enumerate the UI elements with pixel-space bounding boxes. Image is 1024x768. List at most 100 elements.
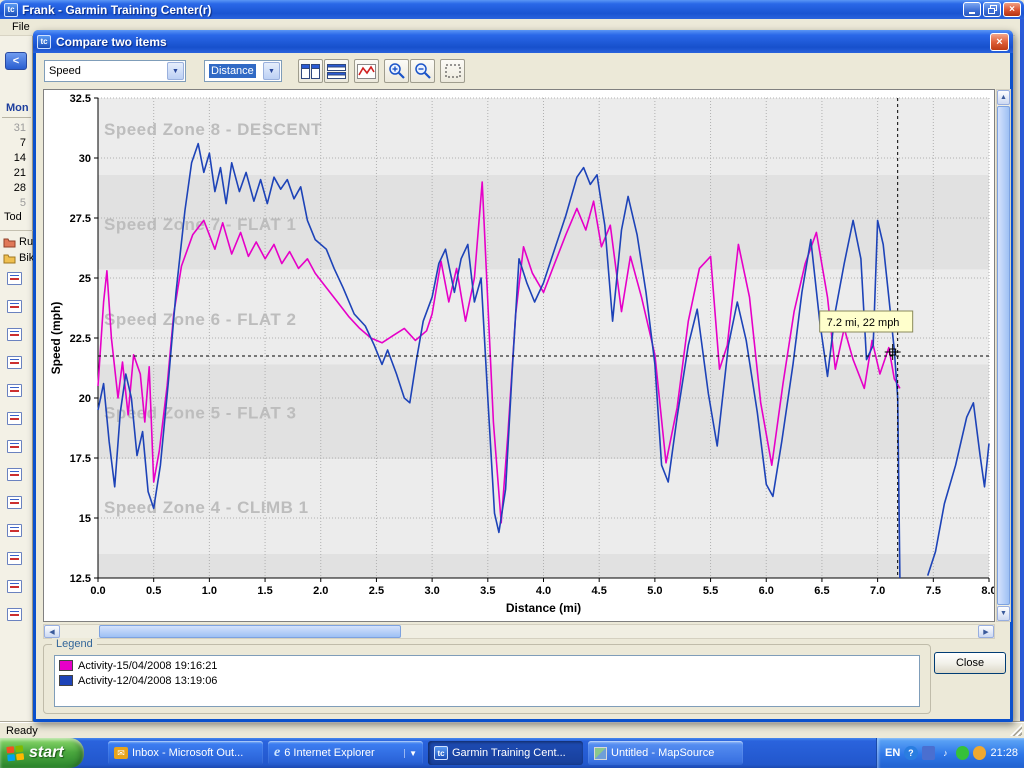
calendar-prev-button[interactable]: < — [5, 52, 27, 70]
y-tick-label: 17.5 — [70, 453, 91, 465]
calendar-date[interactable]: 28 — [2, 182, 26, 194]
tile-vertical-button[interactable] — [298, 59, 323, 83]
xaxis-dropdown-value: Distance — [209, 64, 256, 78]
activity-item-icon[interactable] — [7, 440, 22, 453]
group-chevron-icon[interactable]: ▼ — [404, 749, 417, 758]
x-tick-label: 8.0 — [981, 585, 994, 597]
metric-dropdown[interactable]: Speed ▼ — [44, 60, 186, 82]
status-text: Ready — [6, 725, 38, 737]
scroll-left-icon[interactable]: ◀ — [44, 625, 60, 638]
close-icon: × — [1009, 4, 1015, 15]
zoom-selection-icon — [445, 64, 461, 78]
volume-icon[interactable]: ♪ — [939, 746, 952, 760]
vscrollbar-thumb[interactable] — [997, 106, 1010, 605]
activity-item-icon[interactable] — [7, 356, 22, 369]
chart-panel: Speed Zone 8 - DESCENTSpeed Zone 7 - FLA… — [43, 89, 995, 622]
folder-icon — [3, 237, 16, 248]
close-button[interactable]: Close — [934, 652, 1006, 674]
close-window-button[interactable]: × — [1003, 2, 1021, 17]
line-chart-button[interactable] — [354, 59, 379, 83]
calendar-date[interactable]: 14 — [2, 152, 26, 164]
activity-item-icon[interactable] — [7, 412, 22, 425]
calendar-date[interactable]: 21 — [2, 167, 26, 179]
help-icon[interactable]: ? — [904, 746, 917, 760]
taskbar-item-label: 6 Internet Explorer — [284, 747, 400, 759]
close-icon: × — [996, 36, 1002, 48]
y-tick-label: 15 — [79, 513, 91, 525]
taskbar-item-garmin[interactable]: tc Garmin Training Cent... — [428, 741, 583, 765]
chart-tooltip-text: 7.2 mi, 22 mph — [827, 317, 900, 329]
activity-item-icon[interactable] — [7, 384, 22, 397]
y-tick-label: 25 — [79, 273, 91, 285]
display-icon[interactable] — [922, 746, 935, 760]
dialog-close-button[interactable]: × — [990, 33, 1009, 51]
hscrollbar-thumb[interactable] — [99, 625, 401, 638]
folder-label: Ru — [18, 236, 33, 248]
taskbar: start ✉ Inbox - Microsoft Out... e 6 Int… — [0, 738, 1024, 768]
metric-dropdown-value: Speed — [49, 65, 81, 77]
x-tick-label: 4.5 — [592, 585, 607, 597]
scroll-up-icon[interactable]: ▲ — [997, 90, 1010, 105]
activity-item-icon[interactable] — [7, 328, 22, 341]
language-indicator[interactable]: EN — [885, 747, 900, 759]
app-icon: tc — [4, 3, 18, 17]
x-tick-label: 4.0 — [536, 585, 551, 597]
activity-item-icon[interactable] — [7, 608, 22, 621]
calendar-day-header: Mon — [6, 102, 29, 114]
taskbar-item-outlook[interactable]: ✉ Inbox - Microsoft Out... — [108, 741, 263, 765]
calendar-date[interactable]: 5 — [2, 197, 26, 209]
restore-button[interactable] — [983, 2, 1001, 17]
tc-icon: tc — [434, 746, 448, 760]
scroll-down-icon[interactable]: ▼ — [997, 606, 1010, 621]
resize-grip[interactable] — [1010, 724, 1022, 736]
legend-item[interactable]: Activity-12/04/2008 13:19:06 — [59, 673, 915, 688]
y-axis-title: Speed (mph) — [49, 302, 63, 375]
sidebar-folder-bike[interactable]: Bik — [3, 252, 34, 264]
x-tick-label: 7.0 — [870, 585, 885, 597]
activity-item-icon[interactable] — [7, 272, 22, 285]
system-tray: EN ? ♪ 21:28 — [876, 738, 1024, 768]
calendar-date[interactable]: 31 — [2, 122, 26, 134]
zoom-selection-button[interactable] — [440, 59, 465, 83]
zoom-out-button[interactable] — [410, 59, 435, 83]
activity-item-icon[interactable] — [7, 524, 22, 537]
x-tick-label: 3.0 — [424, 585, 439, 597]
ie-icon: e — [274, 745, 280, 761]
activity-item-icon[interactable] — [7, 468, 22, 481]
calendar-date[interactable]: 7 — [2, 137, 26, 149]
taskbar-item-internet-explorer[interactable]: e 6 Internet Explorer ▼ — [268, 741, 423, 765]
x-tick-label: 7.5 — [926, 585, 941, 597]
zone-label: Speed Zone 4 - CLIMB 1 — [104, 498, 309, 517]
scroll-right-icon[interactable]: ▶ — [978, 625, 994, 638]
zoom-in-button[interactable] — [384, 59, 409, 83]
today-button[interactable]: Tod — [4, 211, 22, 223]
activity-item-icon[interactable] — [7, 496, 22, 509]
taskbar-item-mapsource[interactable]: Untitled - MapSource — [588, 741, 743, 765]
x-axis-title: Distance (mi) — [506, 601, 581, 615]
menu-file[interactable]: File — [6, 20, 36, 34]
xaxis-dropdown[interactable]: Distance ▼ — [204, 60, 282, 82]
activity-item-icon[interactable] — [7, 580, 22, 593]
sidebar-folder-run[interactable]: Ru — [3, 236, 33, 248]
desktop: tc Frank - Garmin Training Center(r) × F… — [0, 0, 1024, 768]
chart-vscrollbar[interactable]: ▲ ▼ — [996, 89, 1011, 622]
tile-horizontal-button[interactable] — [324, 59, 349, 83]
x-tick-label: 6.0 — [759, 585, 774, 597]
chevron-down-icon[interactable]: ▼ — [263, 62, 280, 80]
compare-dialog: tc Compare two items × Speed ▼ Distance … — [33, 30, 1013, 722]
mapsource-icon — [594, 747, 607, 760]
chart-hscrollbar[interactable]: ◀ ▶ — [43, 624, 995, 639]
folder-icon — [3, 253, 16, 264]
activity-item-icon[interactable] — [7, 300, 22, 313]
minimize-button[interactable] — [963, 2, 981, 17]
activity-item-icon[interactable] — [7, 552, 22, 565]
messenger-icon[interactable] — [956, 746, 969, 760]
statusbar: Ready — [0, 722, 1024, 738]
legend-item[interactable]: Activity-15/04/2008 19:16:21 — [59, 658, 915, 673]
window-caption-buttons: × — [963, 2, 1021, 17]
users-icon[interactable] — [973, 746, 986, 760]
speed-comparison-chart[interactable]: Speed Zone 8 - DESCENTSpeed Zone 7 - FLA… — [44, 90, 994, 621]
chevron-down-icon[interactable]: ▼ — [167, 62, 184, 80]
start-button[interactable]: start — [0, 738, 84, 768]
close-button-label: Close — [956, 657, 984, 669]
